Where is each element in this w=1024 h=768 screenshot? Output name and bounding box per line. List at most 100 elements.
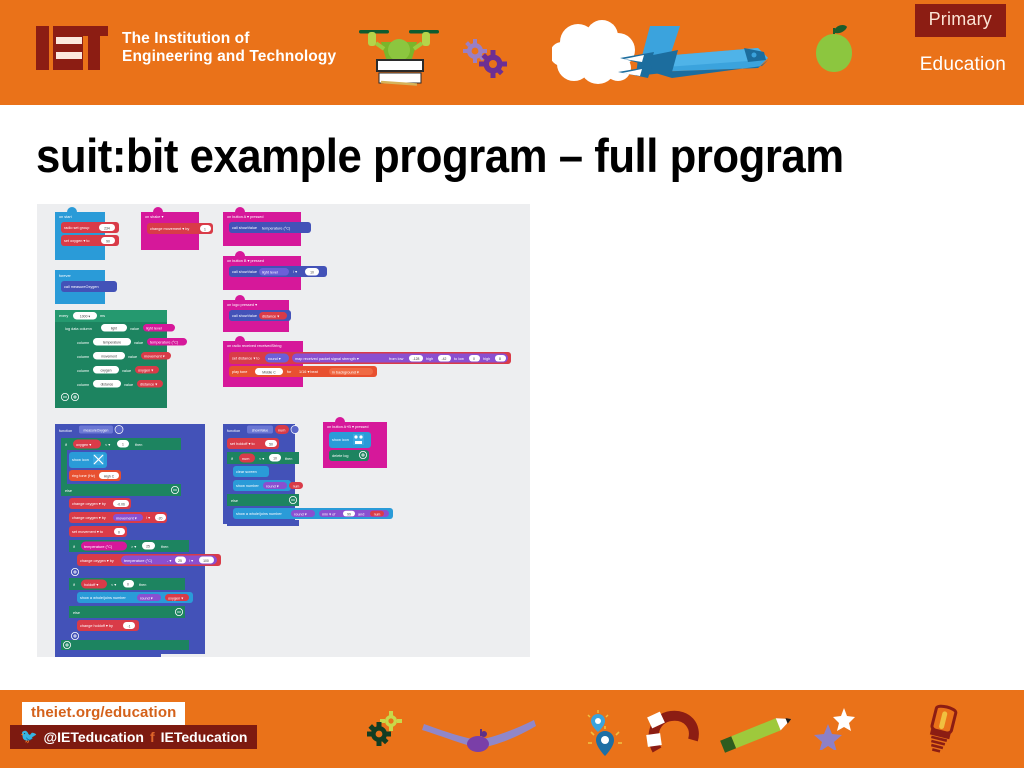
svg-text:on radio received receivedSt: on radio received receivedString xyxy=(227,344,281,348)
svg-text:distance ▾: distance ▾ xyxy=(262,315,279,319)
svg-text:on button A ▾ pressed: on button A ▾ pressed xyxy=(227,215,264,219)
svg-text:on button B ▾ pressed: on button B ▾ pressed xyxy=(227,259,264,263)
svg-text:function: function xyxy=(59,429,72,433)
svg-text:to low: to low xyxy=(454,357,464,361)
svg-text:ms: ms xyxy=(100,314,105,318)
primary-label: Primary xyxy=(928,9,992,29)
iet-logo: The Institution of Engineering and Techn… xyxy=(36,26,336,70)
svg-text:showValue: showValue xyxy=(252,429,268,433)
website-url: theiet.org/education xyxy=(31,704,177,721)
makecode-program-image: .t{font-family:"Liberation Sans",sans-se… xyxy=(37,204,530,657)
logo-line-2: Engineering and Technology xyxy=(122,48,337,65)
svg-text:on logo pressed ▾: on logo pressed ▾ xyxy=(227,303,257,307)
svg-text:set movement ▾ to: set movement ▾ to xyxy=(72,530,103,534)
program-blocks: .t{font-family:"Liberation Sans",sans-se… xyxy=(55,207,511,657)
svg-text:num: num xyxy=(278,429,285,433)
svg-text:function: function xyxy=(227,429,240,433)
svg-text:change oxygen ▾ by: change oxygen ▾ by xyxy=(72,502,106,506)
svg-text:High C: High C xyxy=(104,474,115,478)
svg-text:num: num xyxy=(242,457,249,461)
location-pin-icon xyxy=(588,726,622,756)
magnet-icon xyxy=(646,710,699,753)
svg-text:then: then xyxy=(139,583,146,587)
svg-text:8: 8 xyxy=(499,357,501,361)
svg-text:map received packet signal: map received packet signal strength ▾ xyxy=(295,357,359,361)
svg-text:1: 1 xyxy=(122,443,124,447)
svg-text:0: 0 xyxy=(127,583,129,587)
svg-text:column: column xyxy=(77,341,89,345)
drone-icon xyxy=(359,30,439,86)
svg-text:temperature (°C): temperature (°C) xyxy=(150,341,179,345)
page-footer: theiet.org/education 🐦 @IETeducation f I… xyxy=(0,690,1024,768)
svg-text:num: num xyxy=(374,512,381,516)
svg-text:-42: -42 xyxy=(442,357,447,361)
svg-text:change oxygen ▾ by: change oxygen ▾ by xyxy=(72,516,106,520)
svg-text:99: 99 xyxy=(347,512,351,516)
svg-text:else: else xyxy=(73,611,80,615)
svg-text:round ▾: round ▾ xyxy=(266,484,279,488)
svg-text:call measureOxygen: call measureOxygen xyxy=(64,285,99,289)
svg-text:- ▾: - ▾ xyxy=(167,559,171,563)
gears-icon xyxy=(367,711,402,746)
svg-text:round ▾: round ▾ xyxy=(140,596,153,600)
svg-text:-1: -1 xyxy=(127,624,130,628)
svg-text:on button A+B ▾ pressed: on button A+B ▾ pressed xyxy=(327,425,369,429)
svg-text:temperature (°C): temperature (°C) xyxy=(262,227,291,231)
svg-text:< ▾: < ▾ xyxy=(105,443,110,447)
svg-text:num: num xyxy=(293,484,300,488)
svg-text:value: value xyxy=(128,355,137,359)
svg-text:then: then xyxy=(285,457,292,461)
svg-text:forever: forever xyxy=(59,274,72,278)
iet-logo-mark xyxy=(36,26,108,70)
svg-text:1000 ▾: 1000 ▾ xyxy=(80,315,90,319)
svg-text:set oxygen ▾ to: set oxygen ▾ to xyxy=(64,239,90,243)
page-header: The Institution of Engineering and Techn… xyxy=(0,0,1024,105)
svg-text:call showValue: call showValue xyxy=(232,314,257,318)
svg-text:round ▾: round ▾ xyxy=(294,512,307,516)
svg-text:distance: distance xyxy=(101,383,114,387)
logo-line-1: The Institution of xyxy=(122,29,250,47)
facebook-icon: f xyxy=(149,728,155,745)
svg-text:234: 234 xyxy=(104,226,110,230)
svg-text:light level: light level xyxy=(262,271,278,275)
svg-text:ring tone (Hz): ring tone (Hz) xyxy=(72,474,96,478)
svg-text:in background ▾: in background ▾ xyxy=(332,370,359,374)
svg-text:show a whole/joins number: show a whole/joins number xyxy=(80,596,127,600)
gears-icon xyxy=(463,39,507,78)
svg-text:0: 0 xyxy=(118,530,120,534)
facebook-handle: IETeducation xyxy=(160,728,248,745)
svg-text:show icon: show icon xyxy=(72,458,89,462)
pencil-icon xyxy=(720,718,792,753)
svg-text:on shake ▾: on shake ▾ xyxy=(145,215,163,219)
svg-text:1: 1 xyxy=(204,227,206,231)
svg-text:25: 25 xyxy=(146,545,150,549)
svg-text:< ▾: < ▾ xyxy=(111,583,116,587)
svg-text:every: every xyxy=(59,314,68,318)
svg-text:oxygen: oxygen xyxy=(101,369,112,373)
svg-text:change oxygen ▾ by: change oxygen ▾ by xyxy=(80,559,114,563)
svg-text:measureOxygen: measureOxygen xyxy=(84,429,109,433)
social-handles[interactable]: 🐦 @IETeducation f IETeducation xyxy=(10,725,258,749)
svg-text:column: column xyxy=(77,369,89,373)
svg-text:column: column xyxy=(77,383,89,387)
svg-text:0: 0 xyxy=(473,357,475,361)
svg-text:value: value xyxy=(130,327,139,331)
lightbulb-icon xyxy=(929,704,958,753)
svg-text:temperature: temperature xyxy=(103,341,121,345)
svg-text:distance ▾: distance ▾ xyxy=(140,383,157,387)
svg-text:on start: on start xyxy=(59,215,73,219)
svg-text:value: value xyxy=(124,383,133,387)
svg-text:< ▾: < ▾ xyxy=(259,457,264,461)
svg-text:light: light xyxy=(111,327,117,331)
svg-text:10: 10 xyxy=(310,271,314,275)
svg-text:set distance ▾ to: set distance ▾ to xyxy=(232,357,259,361)
svg-text:then: then xyxy=(135,443,142,447)
svg-text:movement ▾: movement ▾ xyxy=(144,355,165,359)
svg-text:50: 50 xyxy=(269,442,273,446)
svg-text:min ▾ of: min ▾ of xyxy=(322,512,336,516)
svg-text:show a whole/joins number: show a whole/joins number xyxy=(236,512,283,516)
svg-text:high: high xyxy=(426,357,433,361)
svg-text:oxygen ▾: oxygen ▾ xyxy=(76,443,91,447)
website-url-badge[interactable]: theiet.org/education xyxy=(22,702,186,725)
svg-text:/ ▾: / ▾ xyxy=(146,516,150,520)
